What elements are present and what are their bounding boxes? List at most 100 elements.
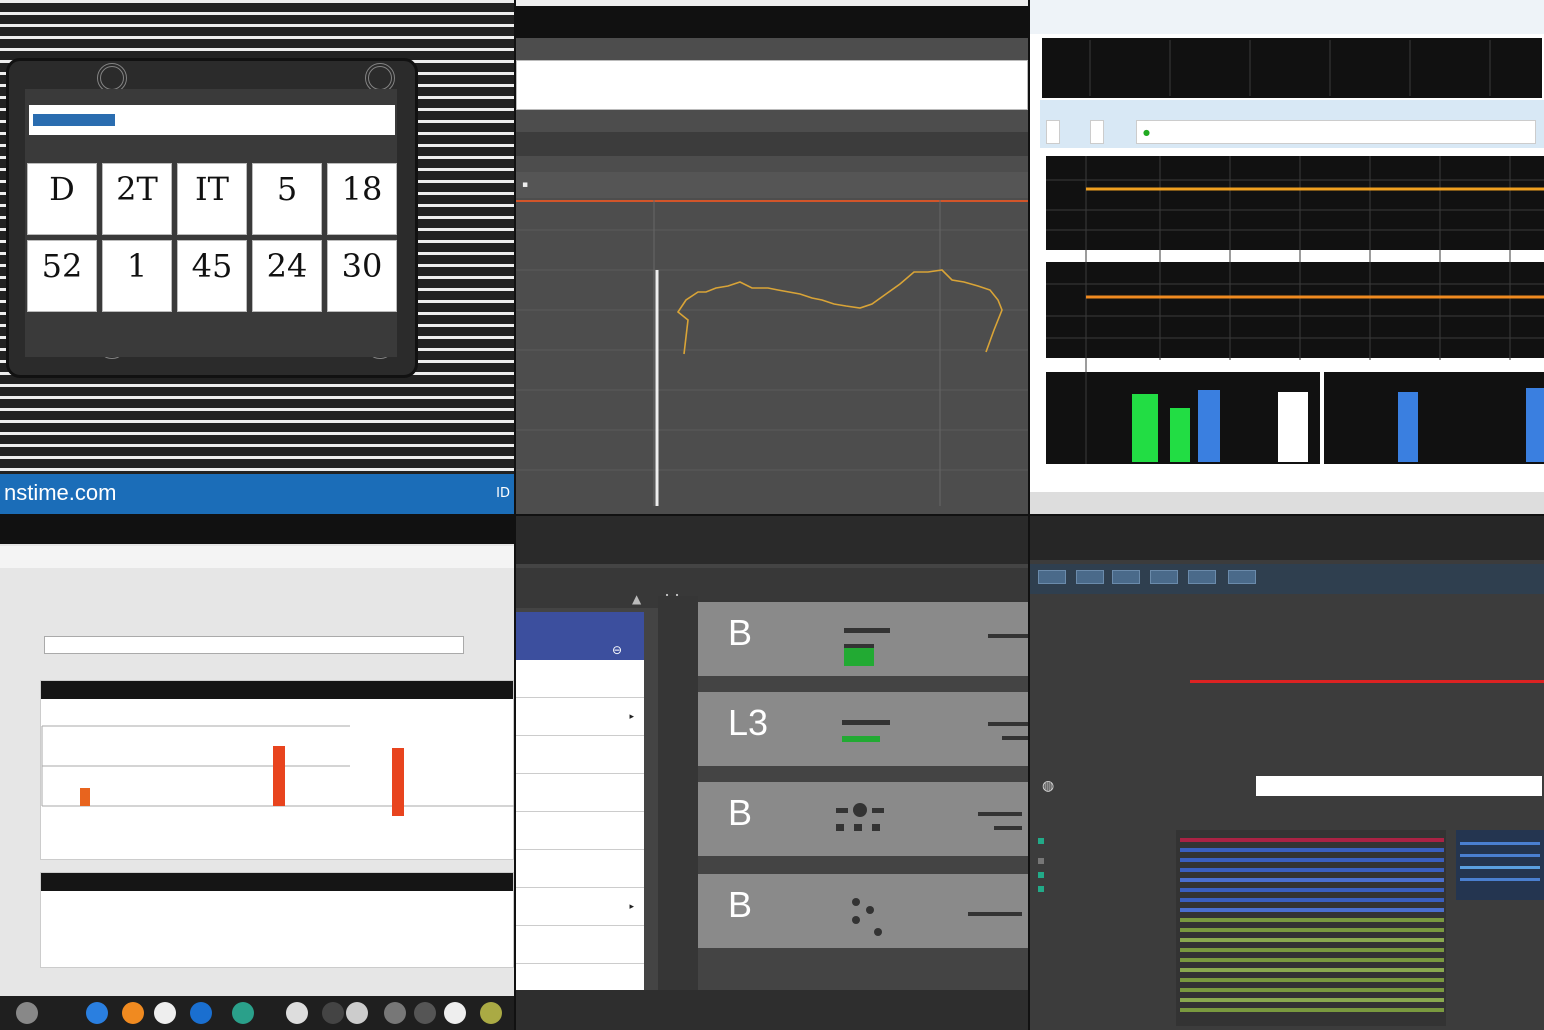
tile-number: 5	[276, 170, 298, 208]
toolbar[interactable]	[516, 132, 1028, 156]
tile-number: 52	[41, 247, 83, 285]
firefox-icon[interactable]	[122, 1002, 144, 1024]
start-icon[interactable]	[16, 1002, 38, 1024]
panel-separator	[1320, 360, 1324, 472]
file-status-icons	[1038, 838, 1044, 892]
status-tile[interactable]: B	[698, 782, 1028, 856]
bottom-bar[interactable]	[516, 990, 1028, 1030]
search-icon[interactable]	[346, 1002, 368, 1024]
status-bar	[1030, 492, 1544, 514]
lock-icon: ▪	[522, 180, 529, 190]
mobile-list-panel: ▲ ❙❙ ⊖ ▸ ▸ B L3 B B	[516, 516, 1028, 1030]
stat-tile[interactable]: 1	[102, 240, 172, 312]
stat-tile[interactable]: 45	[177, 240, 247, 312]
tablet-device: D 2T IT 5 18 52 1 45 24 30	[6, 58, 418, 378]
tile-number: 24	[266, 247, 308, 285]
file-icon[interactable]	[154, 1002, 176, 1024]
menu-item[interactable]	[516, 926, 644, 964]
menu-header[interactable]: ⊖	[516, 612, 644, 660]
ide-code-svg	[1038, 830, 1544, 1026]
stat-tile[interactable]: 24	[252, 240, 322, 312]
chart-bar[interactable]	[273, 746, 285, 806]
dropdown-menu: ⊖ ▸ ▸	[516, 612, 644, 992]
menu-item[interactable]: ▸	[516, 698, 644, 736]
dark-chart-panel: ▪	[516, 0, 1028, 514]
tile-number: 1	[126, 247, 148, 285]
store-icon[interactable]	[232, 1002, 254, 1024]
menu-item[interactable]	[516, 850, 644, 888]
monitor-overlay-svg	[1046, 40, 1544, 472]
chevron-right-icon: ▸	[629, 712, 634, 722]
collage: D 2T IT 5 18 52 1 45 24 30 nstime.com ID	[0, 0, 1544, 1030]
app-icon[interactable]	[190, 1002, 212, 1024]
bar-blue[interactable]	[1526, 388, 1544, 462]
panel-divider	[0, 514, 1544, 516]
stock-footer: nstime.com ID	[0, 474, 514, 514]
chart-bar[interactable]	[80, 788, 90, 806]
chart-subbar: ▪	[516, 172, 1028, 198]
tablet-photo-panel: D 2T IT 5 18 52 1 45 24 30 nstime.com ID	[0, 0, 514, 514]
chevron-right-icon: ▸	[629, 902, 634, 912]
up-arrow-icon[interactable]: ▲	[632, 592, 641, 606]
tile-number: D	[49, 170, 75, 208]
line-chart[interactable]	[516, 200, 1028, 506]
tile-number: 30	[341, 247, 383, 285]
tablet-screen: D 2T IT 5 18 52 1 45 24 30	[25, 89, 397, 357]
status-tile[interactable]: B	[698, 602, 1028, 676]
bar-blue[interactable]	[1198, 390, 1220, 462]
tile-number: IT	[195, 170, 229, 208]
address-bar[interactable]	[29, 105, 395, 135]
tile-letter: L3	[728, 702, 769, 743]
menu-item[interactable]	[516, 812, 644, 850]
card-header	[41, 873, 513, 891]
tile-letter: B	[728, 612, 753, 653]
settings-icon[interactable]	[286, 1002, 308, 1024]
ide-panel: ◍	[1030, 516, 1544, 1030]
address-button[interactable]	[33, 114, 115, 126]
tile-number: 18	[341, 170, 383, 208]
tool-icon[interactable]	[384, 1002, 406, 1024]
stat-tiles: D 2T IT 5 18 52 1 45 24 30	[27, 163, 397, 312]
folder-icon[interactable]	[322, 1002, 344, 1024]
series-line	[676, 269, 1003, 355]
menu-item[interactable]	[516, 774, 644, 812]
bar-blue[interactable]	[1398, 392, 1418, 462]
stat-tile[interactable]: 5	[252, 163, 322, 235]
app-topbar	[516, 516, 1028, 564]
stat-tile[interactable]: 18	[327, 163, 397, 235]
tile-letter: B	[728, 792, 753, 833]
stat-tile[interactable]: 52	[27, 240, 97, 312]
report-browser-panel	[0, 516, 514, 1030]
stat-tile[interactable]: 30	[327, 240, 397, 312]
status-tile[interactable]: B	[698, 874, 1028, 948]
browser-icon[interactable]	[86, 1002, 108, 1024]
bar-white[interactable]	[1278, 392, 1308, 462]
menu-item[interactable]	[516, 660, 644, 698]
menu-item[interactable]: ▸	[516, 888, 644, 926]
monitoring-panel: ●	[1030, 0, 1544, 514]
side-rail	[658, 596, 698, 1016]
window-topbar	[516, 0, 1028, 38]
image-id-label: ID	[496, 486, 510, 501]
minimap[interactable]	[1456, 830, 1544, 900]
summary-card	[40, 872, 514, 968]
tray-icon[interactable]	[480, 1002, 502, 1024]
chart-bar[interactable]	[392, 748, 404, 816]
bar-green[interactable]	[1170, 408, 1190, 462]
tile-letter: B	[728, 884, 753, 925]
search-bar[interactable]	[516, 60, 1028, 110]
taskbar	[0, 996, 514, 1030]
chat-icon[interactable]	[444, 1002, 466, 1024]
terminal-icon[interactable]	[414, 1002, 436, 1024]
chart-gridlines	[516, 229, 1028, 471]
tile-number: 2T	[116, 170, 158, 208]
stat-tile[interactable]: IT	[177, 163, 247, 235]
menu-item[interactable]	[516, 736, 644, 774]
bar-green[interactable]	[1132, 394, 1158, 462]
brand-watermark: nstime.com	[4, 480, 117, 505]
line-chart-svg	[516, 200, 1028, 506]
stat-tile[interactable]: D	[27, 163, 97, 235]
tile-number: 45	[191, 247, 233, 285]
status-tile[interactable]: L3	[698, 692, 1028, 766]
stat-tile[interactable]: 2T	[102, 163, 172, 235]
